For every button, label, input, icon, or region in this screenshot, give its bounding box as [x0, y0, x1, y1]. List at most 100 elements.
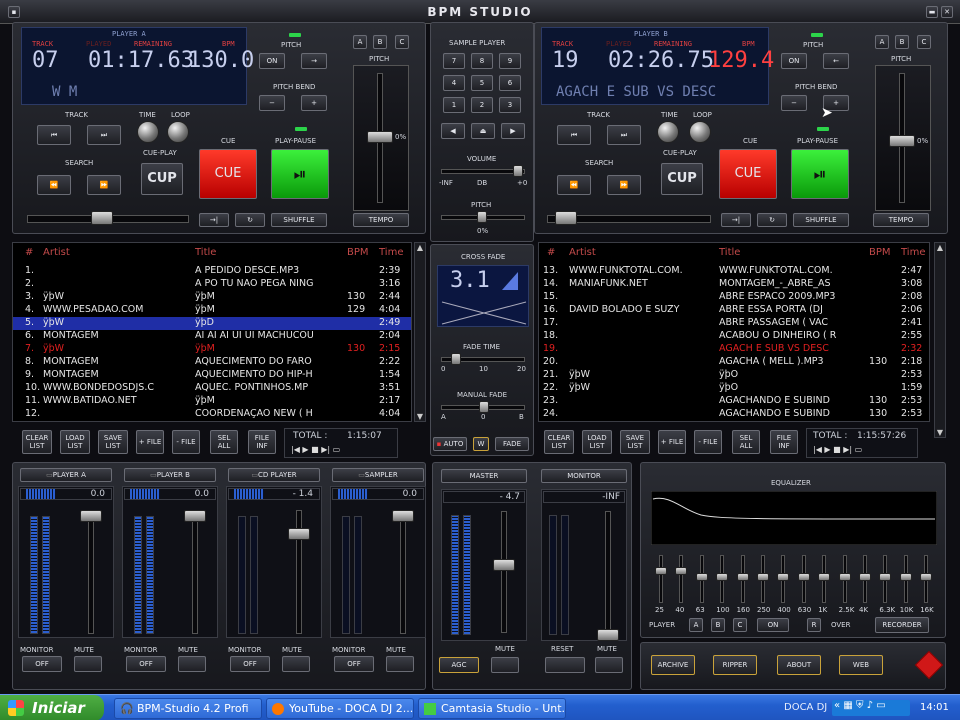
eq-band-handle[interactable] — [777, 573, 790, 581]
table-row[interactable]: 14. MANIAFUNK.NET MONTAGEM_-_ABRE_AS 3:08 — [539, 278, 929, 291]
position-slider-handle[interactable] — [555, 211, 577, 225]
table-row[interactable]: 10. WWW.BONDEDOSDJS.C AQUEC. PONTINHOS.MP 3… — [13, 382, 411, 395]
forward-button[interactable]: ⏩ — [607, 175, 641, 195]
table-row[interactable]: 5. ÿþW ÿþD 2:49 — [13, 317, 411, 330]
auto-fade-button[interactable]: ▪ AUTO — [433, 437, 467, 451]
memory-c-button[interactable]: C — [395, 35, 409, 49]
monitor-fader-handle[interactable] — [597, 629, 619, 641]
col-title[interactable]: Title — [719, 247, 740, 258]
channel-fader-track[interactable] — [192, 510, 198, 634]
channel-fader-track[interactable] — [400, 510, 406, 634]
eq-band-handle[interactable] — [736, 573, 749, 581]
fade-button[interactable]: FADE — [495, 437, 529, 451]
playlist-b-scrollbar[interactable]: ▲ ▼ — [934, 242, 946, 438]
eq-band-handle[interactable] — [879, 573, 892, 581]
channel-mute-button[interactable] — [178, 656, 206, 672]
pitch-bend-minus-button[interactable]: − — [781, 95, 807, 111]
channel-monitor-button[interactable]: OFF — [334, 656, 374, 672]
sample-key-2[interactable]: 2 — [471, 97, 493, 113]
monitor-mute-button[interactable] — [595, 657, 623, 673]
pitch-on-button[interactable]: ON — [781, 53, 807, 69]
table-row[interactable]: 3. ÿþW ÿþM 130 2:44 — [13, 291, 411, 304]
table-row[interactable]: 22. ÿþW ÿþO 1:59 — [539, 382, 929, 395]
list-transport-icons[interactable]: |◀ ▶ ■ ▶| ▭ — [813, 445, 862, 454]
playlist-a-scrollbar[interactable]: ▲ ▼ — [414, 242, 426, 422]
eq-player-c-button[interactable]: C — [733, 618, 747, 632]
eq-player-b-button[interactable]: B — [711, 618, 725, 632]
prev-track-button[interactable]: ⏮ — [557, 125, 591, 145]
time-knob[interactable] — [657, 121, 679, 143]
load-list-button[interactable]: LOAD LIST — [582, 430, 612, 454]
monitor-reset-button[interactable] — [545, 657, 585, 673]
eq-band-handle[interactable] — [797, 573, 810, 581]
minimize-button[interactable]: ▬ — [926, 6, 938, 18]
table-row[interactable]: 12. COORDENAÇAO NEW ( H 4:04 — [13, 408, 411, 421]
recorder-button[interactable]: RECORDER — [875, 617, 929, 633]
sample-key-9[interactable]: 9 — [499, 53, 521, 69]
col-time[interactable]: Time — [901, 247, 925, 258]
sample-key-7[interactable]: 7 — [443, 53, 465, 69]
remove-file-button[interactable]: - FILE — [694, 430, 722, 454]
task-bpm-studio[interactable]: 🎧 BPM-Studio 4.2 Profi — [114, 698, 262, 719]
eq-player-a-button[interactable]: A — [689, 618, 703, 632]
sampler-eject-button[interactable]: ⏏ — [471, 123, 495, 139]
channel-monitor-button[interactable]: OFF — [126, 656, 166, 672]
tempo-button[interactable]: TEMPO — [353, 213, 409, 227]
channel-fader-handle[interactable] — [184, 510, 206, 522]
table-row[interactable]: 4. WWW.PESADAO.COM ÿþM 129 4:04 — [13, 304, 411, 317]
eq-band-handle[interactable] — [675, 567, 688, 575]
channel-mute-button[interactable] — [74, 656, 102, 672]
clear-list-button[interactable]: CLEAR LIST — [22, 430, 52, 454]
archive-button[interactable]: ARCHIVE — [651, 655, 695, 675]
sample-key-4[interactable]: 4 — [443, 75, 465, 91]
table-row[interactable]: 13. WWW.FUNKTOTAL.COM. WWW.FUNKTOTAL.COM. 2… — [539, 265, 929, 278]
pitch-direction-button[interactable]: → — [301, 53, 327, 69]
prev-track-button[interactable]: ⏮ — [37, 125, 71, 145]
manual-fade-handle[interactable] — [479, 401, 489, 413]
master-fader-handle[interactable] — [493, 559, 515, 571]
col-num[interactable]: # — [25, 247, 33, 258]
shuffle-button[interactable]: SHUFFLE — [793, 213, 849, 227]
loop-mode-button[interactable]: ↻ — [235, 213, 265, 227]
table-row[interactable]: 16. DAVID BOLADO E SUZY ABRE ESSA PORTA (D… — [539, 304, 929, 317]
cue-button[interactable]: CUE — [719, 149, 777, 199]
start-button[interactable]: Iniciar — [0, 695, 104, 720]
fade-time-handle[interactable] — [451, 353, 461, 365]
eq-r-button[interactable]: R — [807, 618, 821, 632]
eq-band-handle[interactable] — [838, 573, 851, 581]
sampler-back-button[interactable]: ◀ — [441, 123, 465, 139]
pitch-on-button[interactable]: ON — [259, 53, 285, 69]
rewind-button[interactable]: ⏪ — [557, 175, 591, 195]
pitch-slider-handle[interactable] — [889, 135, 915, 147]
next-track-button[interactable]: ⏭ — [87, 125, 121, 145]
select-all-button[interactable]: SEL ALL — [732, 430, 760, 454]
eq-band-handle[interactable] — [716, 573, 729, 581]
eq-band-handle[interactable] — [757, 573, 769, 581]
remove-file-button[interactable]: - FILE — [172, 430, 200, 454]
monitor-icon[interactable]: ▭ — [876, 700, 885, 711]
volume-icon[interactable]: ♪ — [867, 700, 873, 711]
sample-key-5[interactable]: 5 — [471, 75, 493, 91]
channel-fader-track[interactable] — [88, 510, 94, 634]
sample-key-6[interactable]: 6 — [499, 75, 521, 91]
master-mute-button[interactable] — [491, 657, 519, 673]
arrow-left-icon[interactable]: « — [834, 700, 840, 711]
shuffle-button[interactable]: SHUFFLE — [271, 213, 327, 227]
eq-band-handle[interactable] — [695, 573, 708, 581]
channel-fader-handle[interactable] — [392, 510, 414, 522]
sampler-volume-handle[interactable] — [513, 165, 523, 177]
rewind-button[interactable]: ⏪ — [37, 175, 71, 195]
table-row[interactable]: 20. AGACHA ( MELL ).MP3 130 2:18 — [539, 356, 929, 369]
table-row[interactable]: 9. MONTAGEM AQUECIMENTO DO HIP-H 1:54 — [13, 369, 411, 382]
memory-c-button[interactable]: C — [917, 35, 931, 49]
sampler-pitch-handle[interactable] — [477, 211, 487, 223]
eq-band-handle[interactable] — [920, 573, 933, 581]
tempo-button[interactable]: TEMPO — [873, 213, 929, 227]
memory-a-button[interactable]: A — [353, 35, 367, 49]
table-row[interactable]: 2. A PO TU NAO PEGA NING 3:16 — [13, 278, 411, 291]
table-row[interactable]: 15. ABRE ESPACO 2009.MP3 2:08 — [539, 291, 929, 304]
cue-button[interactable]: CUE — [199, 149, 257, 199]
eq-on-button[interactable]: ON — [757, 618, 789, 632]
ripper-button[interactable]: RIPPER — [713, 655, 757, 675]
sample-key-1[interactable]: 1 — [443, 97, 465, 113]
